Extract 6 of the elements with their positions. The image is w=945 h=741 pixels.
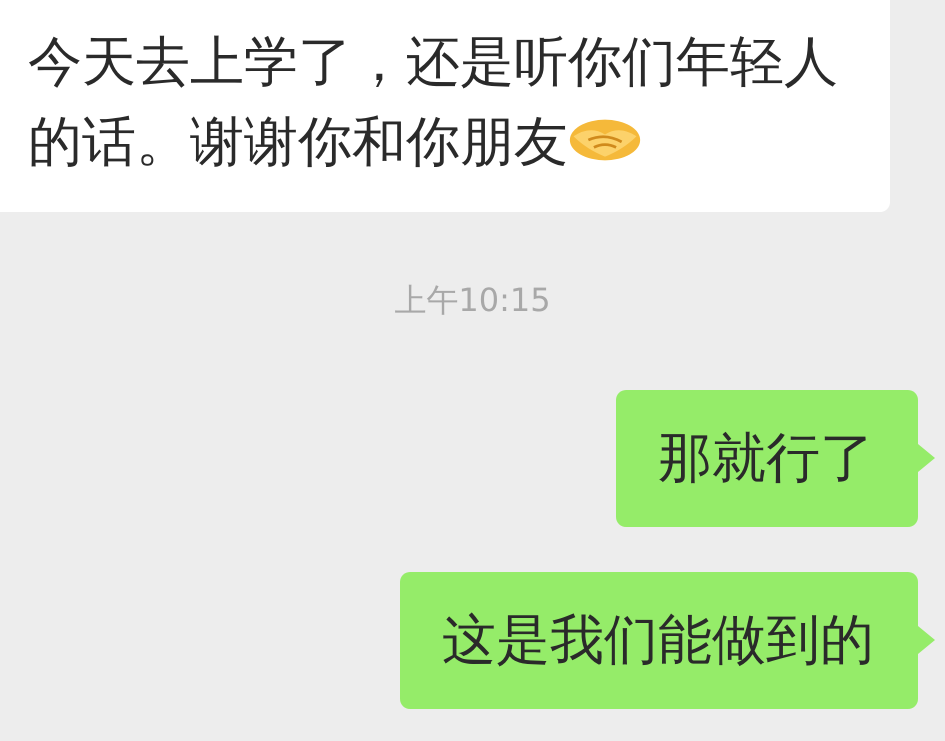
bubble-tail (918, 626, 935, 654)
message-text: 今天去上学了，还是听你们年轻人的话。谢谢你和你朋友 (28, 29, 839, 175)
message-bubble: 这是我们能做到的 (400, 572, 918, 709)
bubble-tail (918, 444, 935, 472)
timestamp: 上午10:15 (394, 280, 551, 321)
message-bubble: 那就行了 (616, 390, 918, 527)
